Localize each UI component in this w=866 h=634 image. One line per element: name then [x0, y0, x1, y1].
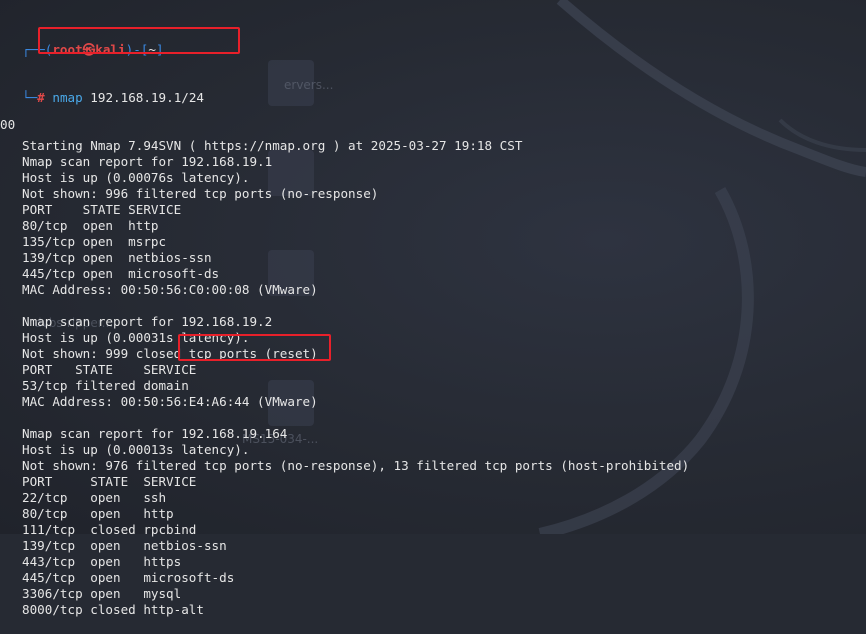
prompt-directory: ~ [148, 42, 156, 57]
output-line: 53/tcp filtered domain [22, 378, 189, 393]
edge-text-fragment: 00 [0, 117, 16, 132]
output-line: Host is up (0.00031s latency). [22, 330, 250, 345]
command-name: nmap [52, 90, 83, 105]
output-line: Host is up (0.00076s latency). [22, 170, 250, 185]
output-line: 80/tcp open http [22, 506, 174, 521]
command-args: 192.168.19.1/24 [82, 90, 205, 105]
output-line: 445/tcp open microsoft-ds [22, 266, 220, 281]
output-line: Nmap scan report for 192.168.19.164 [22, 426, 288, 441]
output-line: MAC Address: 00:50:56:C0:00:08 (VMware) [22, 282, 318, 297]
output-line: 443/tcp open https [22, 554, 182, 569]
output-line: Nmap scan report for 192.168.19.2 [22, 314, 273, 329]
output-line: Nmap scan report for 192.168.19.1 [22, 154, 273, 169]
command-line: └─# nmap 192.168.19.1/24 [22, 90, 866, 106]
output-line: 8000/tcp closed http-alt [22, 602, 204, 617]
output-line: Not shown: 976 filtered tcp ports (no-re… [22, 458, 690, 473]
prompt-frame: ┌──( [22, 42, 53, 57]
output-line: 22/tcp open ssh [22, 490, 167, 505]
output-line: 139/tcp open netbios-ssn [22, 250, 212, 265]
output-line: 139/tcp open netbios-ssn [22, 538, 227, 553]
output-line: PORT STATE SERVICE [22, 362, 197, 377]
output-line: 80/tcp open http [22, 218, 159, 233]
scan-output: Starting Nmap 7.94SVN ( https://nmap.org… [22, 138, 866, 618]
prompt-frame: ] [155, 42, 164, 57]
prompt-hash: # [37, 90, 45, 105]
output-line: 3306/tcp open mysql [22, 586, 182, 601]
output-line: Host is up (0.00013s latency). [22, 442, 250, 457]
prompt-user: root㉿kali [52, 42, 126, 57]
terminal-output[interactable]: ┌──(root㉿kali)-[~] └─# nmap 192.168.19.1… [22, 10, 866, 634]
prompt-frame: └─ [22, 90, 38, 105]
output-line: Not shown: 996 filtered tcp ports (no-re… [22, 186, 379, 201]
prompt-frame: )-[ [125, 42, 149, 57]
output-line: 135/tcp open msrpc [22, 234, 167, 249]
output-line: Not shown: 999 closed tcp ports (reset) [22, 346, 318, 361]
output-line: 111/tcp closed rpcbind [22, 522, 197, 537]
output-line: PORT STATE SERVICE [22, 474, 197, 489]
prompt-line-top: ┌──(root㉿kali)-[~] [22, 42, 866, 58]
output-line: Starting Nmap 7.94SVN ( https://nmap.org… [22, 138, 523, 153]
output-line: PORT STATE SERVICE [22, 202, 182, 217]
output-line: 445/tcp open microsoft-ds [22, 570, 235, 585]
output-line: MAC Address: 00:50:56:E4:A6:44 (VMware) [22, 394, 318, 409]
